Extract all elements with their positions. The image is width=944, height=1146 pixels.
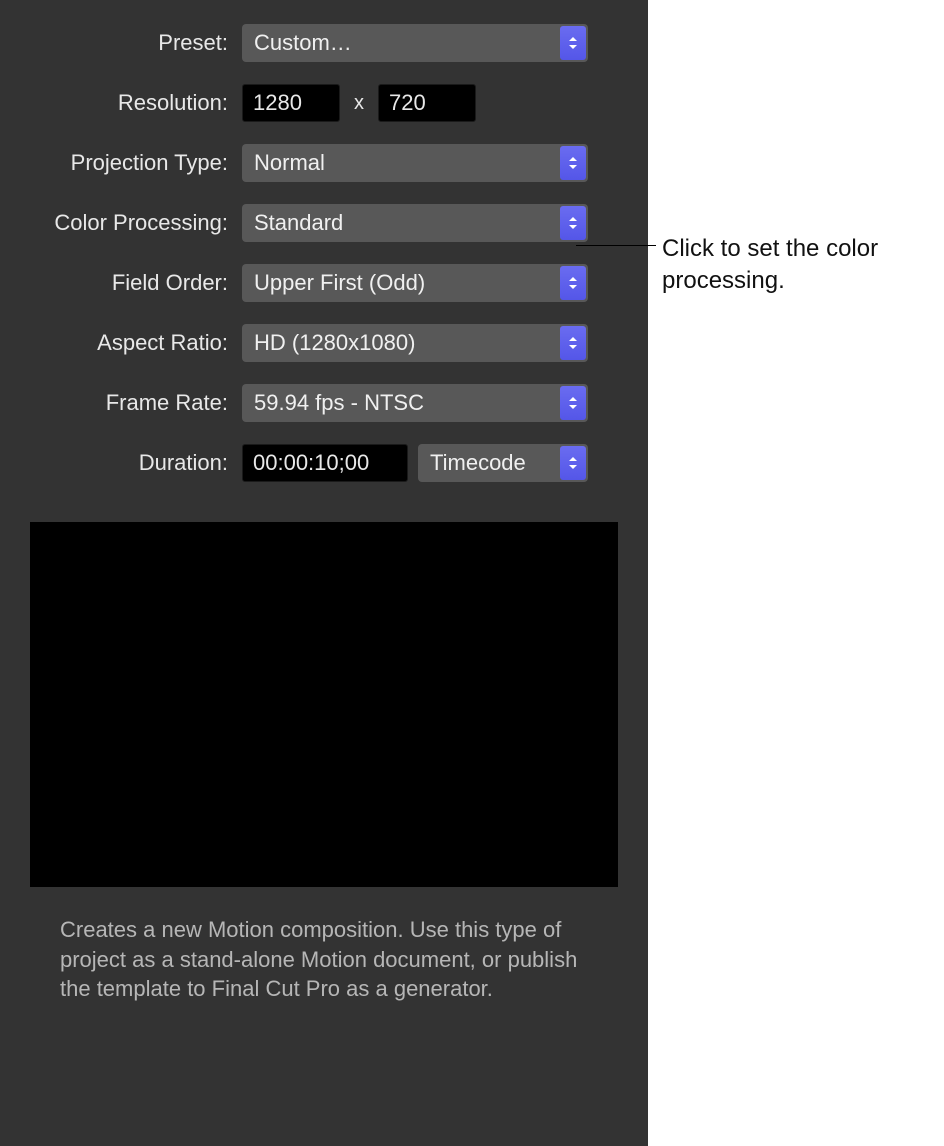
- duration-input[interactable]: 00:00:10;00: [242, 444, 408, 482]
- duration-unit-select[interactable]: Timecode: [418, 444, 588, 482]
- resolution-width-input[interactable]: 1280: [242, 84, 340, 122]
- projection-type-value: Normal: [254, 150, 325, 176]
- frame-rate-label: Frame Rate:: [0, 390, 228, 416]
- color-processing-value: Standard: [254, 210, 343, 236]
- updown-icon: [560, 386, 586, 420]
- frame-rate-select[interactable]: 59.94 fps - NTSC: [242, 384, 588, 422]
- settings-form: Preset: Custom… Resolution: 1280 x 720 P…: [0, 24, 648, 482]
- description-text: Creates a new Motion composition. Use th…: [60, 915, 588, 1004]
- field-order-value: Upper First (Odd): [254, 270, 425, 296]
- frame-rate-value: 59.94 fps - NTSC: [254, 390, 424, 416]
- resolution-row: 1280 x 720: [242, 84, 588, 122]
- preview-area: [30, 522, 618, 887]
- updown-icon: [560, 146, 586, 180]
- duration-unit-value: Timecode: [430, 450, 526, 476]
- callout-text: Click to set the color processing.: [662, 233, 922, 298]
- updown-icon: [560, 26, 586, 60]
- callout: Click to set the color processing.: [576, 233, 922, 298]
- aspect-ratio-label: Aspect Ratio:: [0, 330, 228, 356]
- color-processing-label: Color Processing:: [0, 210, 228, 236]
- projection-type-select[interactable]: Normal: [242, 144, 588, 182]
- projection-type-label: Projection Type:: [0, 150, 228, 176]
- preset-select[interactable]: Custom…: [242, 24, 588, 62]
- field-order-label: Field Order:: [0, 270, 228, 296]
- field-order-select[interactable]: Upper First (Odd): [242, 264, 588, 302]
- resolution-separator: x: [350, 92, 368, 115]
- aspect-ratio-value: HD (1280x1080): [254, 330, 415, 356]
- duration-row: 00:00:10;00 Timecode: [242, 444, 588, 482]
- settings-panel: Preset: Custom… Resolution: 1280 x 720 P…: [0, 0, 648, 1146]
- preset-label: Preset:: [0, 30, 228, 56]
- resolution-height-input[interactable]: 720: [378, 84, 476, 122]
- preset-value: Custom…: [254, 30, 352, 56]
- updown-icon: [560, 446, 586, 480]
- color-processing-select[interactable]: Standard: [242, 204, 588, 242]
- resolution-label: Resolution:: [0, 90, 228, 116]
- callout-line: [576, 245, 656, 246]
- duration-label: Duration:: [0, 450, 228, 476]
- updown-icon: [560, 326, 586, 360]
- aspect-ratio-select[interactable]: HD (1280x1080): [242, 324, 588, 362]
